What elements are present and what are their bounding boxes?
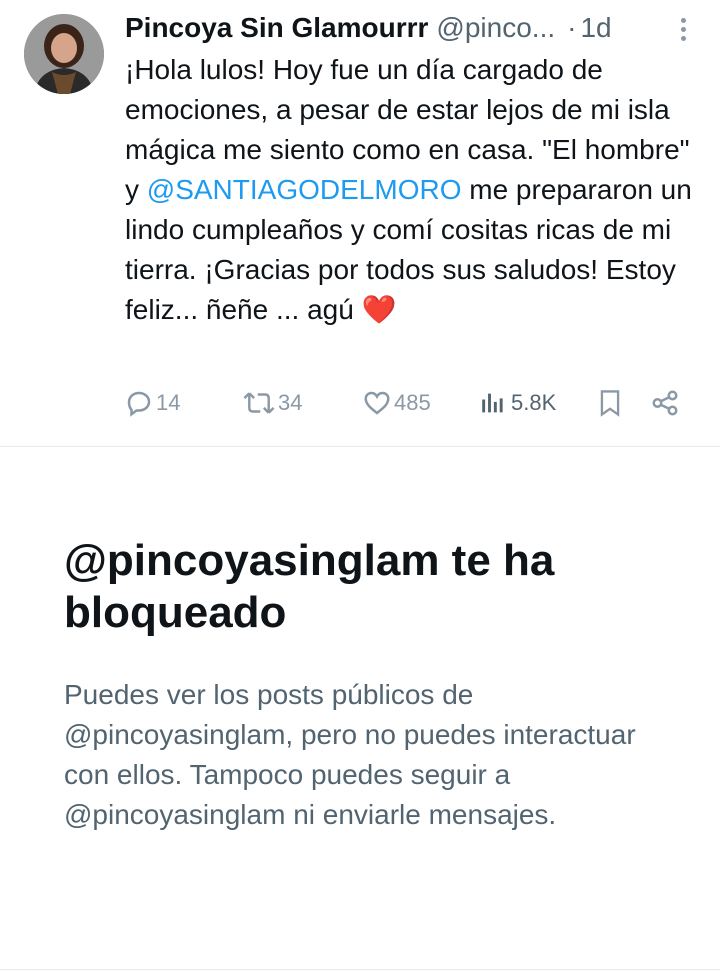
reply-button[interactable]: 14 xyxy=(124,384,180,422)
heart-icon xyxy=(364,391,390,415)
tweet-time[interactable]: 1d xyxy=(580,12,611,43)
blocked-notice: @pincoyasinglam te ha bloqueado Puedes v… xyxy=(0,447,720,970)
avatar[interactable] xyxy=(24,14,104,94)
reply-count: 14 xyxy=(156,390,181,415)
views-button[interactable]: 5.8K xyxy=(479,384,556,422)
like-button[interactable]: 485 xyxy=(362,384,431,422)
bookmark-icon xyxy=(600,390,620,417)
tweet-actions: 14 34 485 5.8K xyxy=(124,384,694,422)
like-count: 485 xyxy=(394,390,431,415)
analytics-icon xyxy=(482,393,503,413)
separator: · xyxy=(567,12,577,43)
retweet-count: 34 xyxy=(278,390,303,415)
reply-icon xyxy=(127,391,151,417)
blocked-title: @pincoyasinglam te ha bloqueado xyxy=(64,536,555,637)
avatar-image xyxy=(24,14,104,94)
heart-emoji: ❤️ xyxy=(361,294,397,325)
retweet-icon xyxy=(243,392,275,414)
share-icon xyxy=(652,390,678,416)
author-name[interactable]: Pincoya Sin Glamourrr xyxy=(125,12,428,43)
retweet-button[interactable]: 34 xyxy=(242,384,302,422)
blocked-description: Puedes ver los posts públicos de @pincoy… xyxy=(64,679,636,830)
tweet-header: Pincoya Sin Glamourrr @pinco... · 1d xyxy=(125,8,700,48)
mention-link[interactable]: @SANTIAGODELMORO xyxy=(147,174,462,205)
bookmark-button[interactable] xyxy=(596,384,624,422)
view-count: 5.8K xyxy=(511,390,557,415)
tweet[interactable]: Pincoya Sin Glamourrr @pinco... · 1d ¡Hola … xyxy=(0,0,720,447)
more-options-icon[interactable] xyxy=(676,18,690,44)
share-button[interactable] xyxy=(650,384,680,422)
author-handle[interactable]: @pinco... xyxy=(436,12,555,43)
tweet-text: ¡Hola lulos! Hoy fue un día cargado de e… xyxy=(125,50,695,330)
